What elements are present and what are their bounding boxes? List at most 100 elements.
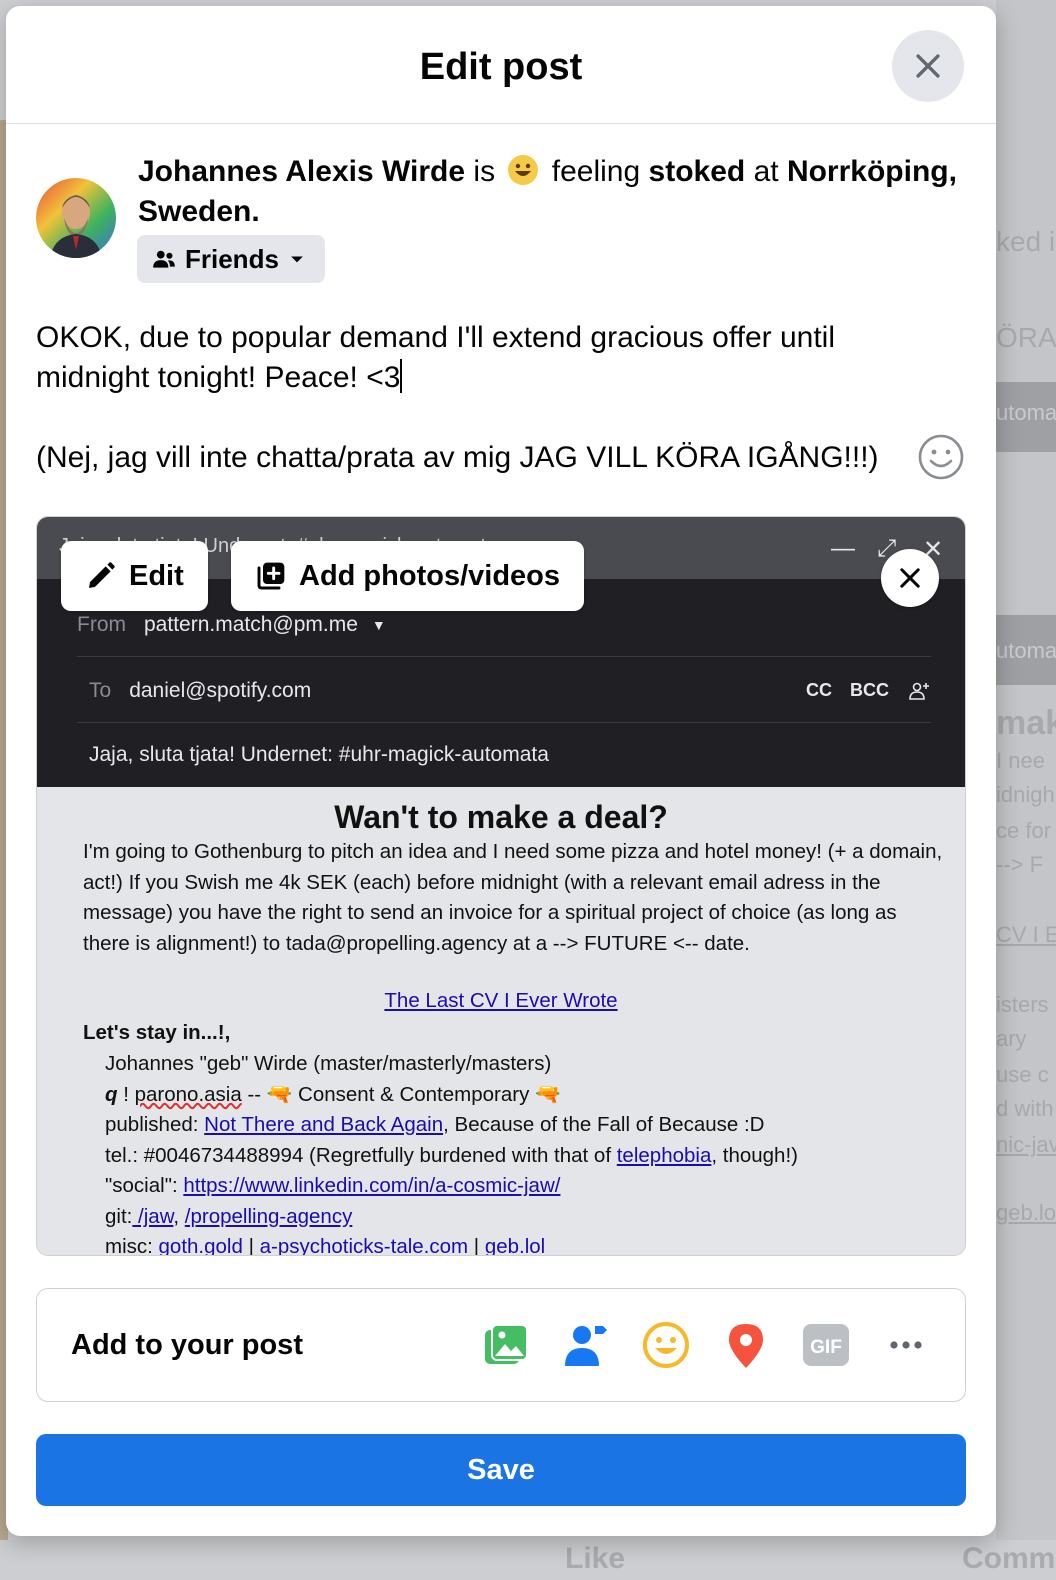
sig-git-label: git: xyxy=(105,1204,133,1228)
cv-link: The Last CV I Ever Wrote xyxy=(384,989,618,1012)
sig-line-6: git: /jaw, /propelling-agency xyxy=(105,1202,798,1233)
save-button[interactable]: Save xyxy=(36,1434,966,1506)
sig-line-4: tel.: #0046734488994 (Regretfully burden… xyxy=(105,1141,798,1172)
sig-line-2: q ! parono.asia -- 🔫 Consent & Contempor… xyxy=(105,1080,798,1111)
sig-social-link: https://www.linkedin.com/in/a-cosmic-jaw… xyxy=(183,1174,561,1197)
emoji-picker-icon[interactable] xyxy=(916,432,966,482)
dialog-title: Edit post xyxy=(419,46,583,88)
audience-label: Friends xyxy=(185,243,279,274)
background-text: utoma xyxy=(996,638,1056,663)
photo-video-icon xyxy=(485,1324,528,1364)
close-icon xyxy=(900,568,920,588)
add-photos-videos-button[interactable]: Add photos/videos xyxy=(231,541,584,611)
sig-pub-rest: , Because of the Fall of Because :D xyxy=(443,1113,765,1136)
sig-line-7: misc: goth.gold | a-psychoticks-tale.com… xyxy=(105,1232,798,1256)
background-text: mak xyxy=(996,704,1056,742)
sig-tel-link: telephobia xyxy=(616,1143,712,1167)
background-text: ked i xyxy=(996,226,1056,257)
recipient-options: CC BCC xyxy=(806,679,931,703)
author-line: Johannes Alexis Wirde is feeling stoked … xyxy=(138,152,958,232)
sig-line-2a: ! xyxy=(117,1082,135,1106)
add-contact-icon xyxy=(909,682,929,700)
sig-git-sep: , xyxy=(173,1204,185,1228)
add-to-post-bar: Add to your post GIF xyxy=(36,1288,966,1402)
mail-paragraph: I'm going to Gothenburg to pitch an idea… xyxy=(83,840,943,955)
sig-misc-link-3: geb.lol xyxy=(484,1235,546,1256)
sig-pub-link: Not There and Back Again xyxy=(204,1113,444,1136)
signature: Johannes "geb" Wirde (master/masterly/ma… xyxy=(105,1049,798,1256)
background-text: I nee xyxy=(996,748,1045,773)
background-action-bar: Like Comm xyxy=(0,1540,1056,1580)
post-line-2: (Nej, jag vill inte chatta/prata av mig … xyxy=(36,441,879,474)
feeling-text: feeling xyxy=(551,155,641,188)
signature-title: Let's stay in...!, xyxy=(83,1021,231,1044)
subject-row: Jaja, sluta tjata! Undernet: #uhr-magick… xyxy=(77,723,931,787)
background-text: ce for xyxy=(996,818,1052,843)
mail-heading: Wan't to make a deal? xyxy=(334,799,668,835)
bcc-label: BCC xyxy=(850,680,889,700)
sig-line-5: "social": https://www.linkedin.com/in/a-… xyxy=(105,1171,798,1202)
sig-line-3: published: Not There and Back Again, Bec… xyxy=(105,1110,798,1141)
sig-git-link-2: /propelling-agency xyxy=(184,1204,353,1228)
author-name[interactable]: Johannes Alexis Wirde xyxy=(138,155,465,188)
sig-misc-sep-1: | xyxy=(242,1235,260,1256)
at-text: at xyxy=(753,155,779,188)
sig-git-link-1: /jaw xyxy=(132,1204,174,1228)
sig-misc-sep-2: | xyxy=(468,1235,485,1256)
feeling-value[interactable]: stoked xyxy=(649,155,746,188)
text-caret xyxy=(400,359,403,393)
is-text: is xyxy=(473,155,496,188)
from-label: From xyxy=(77,612,126,636)
cc-label: CC xyxy=(806,680,832,700)
add-to-post-icons: GIF xyxy=(481,1320,931,1370)
add-media-icon xyxy=(257,562,285,590)
to-value: daniel@spotify.com xyxy=(129,678,312,702)
sig-pub-label: published: xyxy=(105,1113,205,1136)
add-media-label: Add photos/videos xyxy=(299,559,560,592)
minimize-icon: — xyxy=(831,535,855,562)
sig-misc-label: misc: xyxy=(105,1235,159,1256)
to-label: To xyxy=(89,678,112,702)
attached-screenshot: Jaja, sluta tjata! Undernet: #uhr-magick… xyxy=(36,516,966,1256)
svg-text:GIF: GIF xyxy=(810,1337,842,1358)
mail-body: Wan't to make a deal? I'm going to Gothe… xyxy=(37,787,965,1256)
background-comment-label: Comm xyxy=(962,1542,1056,1575)
edit-post-dialog: Edit post Johannes Alexis Wirde is feeli… xyxy=(6,6,996,1536)
to-row: To daniel@spotify.com CC BCC xyxy=(77,659,931,723)
audience-selector[interactable]: Friends xyxy=(137,235,325,283)
remove-attachment-button[interactable] xyxy=(881,549,939,607)
caret-down-icon xyxy=(291,256,303,263)
background-text: ary xyxy=(996,1026,1027,1051)
sig-line-1: Johannes "geb" Wirde (master/masterly/ma… xyxy=(105,1052,552,1075)
avatar[interactable] xyxy=(36,178,116,258)
dialog-header: Edit post xyxy=(6,6,996,124)
subject-value: Jaja, sluta tjata! Undernet: #uhr-magick… xyxy=(89,743,549,766)
edit-attachment-button[interactable]: Edit xyxy=(61,541,208,611)
check-in-button[interactable] xyxy=(721,1320,771,1370)
more-options-button[interactable] xyxy=(881,1320,931,1370)
background-text: idnigh xyxy=(996,782,1055,807)
from-caret-icon: ▼ xyxy=(371,616,386,633)
background-text: --> F xyxy=(996,852,1044,877)
check-in-icon xyxy=(729,1324,763,1368)
background-text: CV I E xyxy=(996,922,1056,947)
background-like-label: Like xyxy=(565,1542,626,1575)
feeling-activity-button[interactable] xyxy=(641,1320,691,1370)
background-text: ÖRA xyxy=(996,322,1056,353)
sig-tel-end: , though!) xyxy=(711,1143,798,1167)
from-value: pattern.match@pm.me xyxy=(144,612,358,636)
background-text: geb.lol xyxy=(996,1200,1056,1225)
close-button[interactable] xyxy=(892,30,964,102)
avatar-image xyxy=(36,178,116,258)
background-text: nic-jav xyxy=(996,1132,1056,1157)
gif-button[interactable]: GIF xyxy=(801,1320,851,1370)
friends-icon xyxy=(153,250,175,268)
tag-people-button[interactable] xyxy=(561,1320,611,1370)
post-text-editor[interactable]: OKOK, due to popular demand I'll extend … xyxy=(36,318,916,518)
post-line-1: OKOK, due to popular demand I'll extend … xyxy=(36,321,835,394)
post-line: OKOK, due to popular demand I'll extend … xyxy=(36,318,916,398)
close-icon xyxy=(916,54,940,78)
background-text: d with xyxy=(996,1096,1054,1121)
photo-video-button[interactable] xyxy=(481,1320,531,1370)
sig-site: parono.asia xyxy=(134,1082,242,1106)
